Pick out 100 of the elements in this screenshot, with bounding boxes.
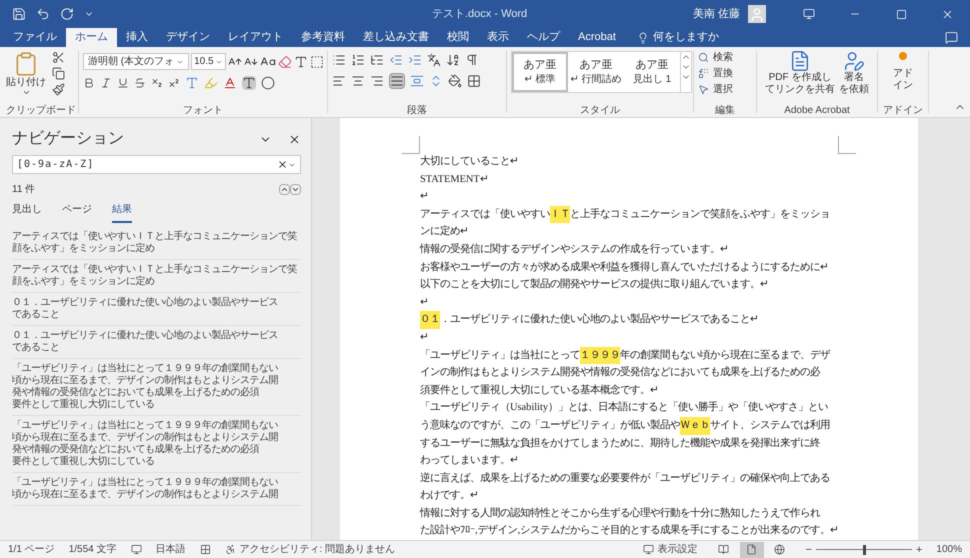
phonetic-guide-icon[interactable]	[294, 54, 308, 68]
caret-icon[interactable]	[22, 88, 30, 97]
style-item[interactable]: あア亜 ↵ 標準	[512, 52, 568, 92]
editing-button[interactable]: 検索	[698, 50, 752, 65]
zoom-thumb[interactable]	[862, 544, 866, 554]
previous-result-icon[interactable]	[279, 184, 290, 194]
paste-button[interactable]: 貼り付け	[4, 51, 48, 105]
strikethrough-icon[interactable]	[134, 77, 146, 89]
document-text: 情報の受発信に関するデザインやシステムの作成を行っています。↵	[420, 242, 728, 257]
shading-icon[interactable]	[448, 74, 462, 88]
ribbon-tab[interactable]: レイアウト	[219, 28, 292, 47]
ribbon-tab[interactable]: 挿入	[117, 28, 157, 47]
page-count[interactable]: 1/1 ページ	[8, 542, 55, 557]
multilevel-list-icon[interactable]	[370, 53, 384, 67]
text-predictions-icon[interactable]	[200, 544, 210, 555]
search-result[interactable]: 「ユーザビリティ」は当社にとって１９９９年の創業間もない 頃から現在に至るまで、デザインの制作はもとよりシステム開	[12, 473, 301, 506]
format-painter-icon[interactable]	[52, 83, 65, 96]
monitor-icon[interactable]	[642, 544, 654, 555]
sort-icon[interactable]	[446, 53, 460, 67]
signature-icon[interactable]	[843, 50, 865, 72]
increase-indent-icon[interactable]	[408, 53, 422, 67]
ribbon-tab[interactable]: 参考資料	[292, 28, 354, 47]
acrobat-button[interactable]: 署名 を依頼	[839, 50, 869, 105]
pane-tab[interactable]: ページ	[62, 202, 92, 223]
page-icon[interactable]	[746, 544, 758, 555]
view-button[interactable]	[740, 542, 764, 558]
character-shading-icon[interactable]	[242, 76, 256, 90]
align-center-icon[interactable]	[351, 74, 365, 88]
search-result[interactable]: アーティスでは「使いやすいＩＴと上手なコミュニケーションで笑 顔をふやす」をミッションに定め	[12, 260, 301, 293]
text-effects-icon[interactable]	[185, 76, 199, 90]
accessibility-icon[interactable]	[224, 544, 236, 555]
underline-icon[interactable]	[117, 77, 129, 89]
editing-button[interactable]: 選択	[698, 82, 752, 97]
ribbon-tab[interactable]: Acrobat	[569, 28, 625, 47]
undo-icon[interactable]	[36, 7, 50, 21]
font-size-field[interactable]: 10.5	[191, 53, 226, 70]
show-marks-icon[interactable]	[465, 53, 479, 67]
addin-button[interactable]: アド イン	[893, 52, 913, 105]
zoom-slider[interactable]	[816, 544, 912, 554]
decrease-indent-icon[interactable]	[389, 53, 403, 67]
numbering-icon[interactable]	[351, 53, 365, 67]
borders-icon[interactable]	[467, 74, 481, 88]
user-name: 美南 佐藤	[692, 6, 740, 22]
asian-layout-icon[interactable]	[427, 53, 441, 67]
ribbon-tab[interactable]: デザイン	[157, 28, 219, 47]
align-right-icon[interactable]	[370, 74, 384, 88]
search-result[interactable]: アーティスでは「使いやすいＩＴと上手なコミュニケーションで笑 顔をふやす」をミッションに定め	[12, 227, 301, 260]
clear-icon[interactable]	[277, 159, 288, 170]
justify-icon[interactable]	[389, 73, 405, 89]
zoom-out-button[interactable]: −	[806, 544, 812, 556]
superscript-icon[interactable]	[168, 77, 180, 89]
document-text: アーティスでは「使いやすい	[420, 208, 550, 222]
book-icon[interactable]	[718, 544, 730, 555]
proofing-icon[interactable]	[130, 544, 142, 555]
language-status[interactable]: 日本語	[156, 542, 186, 557]
enclosed-character-icon[interactable]	[261, 76, 275, 90]
comments-icon[interactable]	[945, 31, 958, 44]
display-settings-button[interactable]: 表示設定	[642, 542, 698, 557]
editing-button[interactable]: 置換	[698, 66, 752, 81]
cut-icon[interactable]	[52, 51, 65, 64]
tell-me-field[interactable]: 何をしますか	[636, 28, 719, 47]
pdf-link-icon[interactable]	[789, 50, 811, 72]
zoom-in-button[interactable]: +	[916, 544, 922, 556]
search-field[interactable]: [0-9a-zA-Z]	[12, 155, 301, 174]
ribbon-tab[interactable]: 校閲	[438, 28, 478, 47]
pane-tab[interactable]: 結果	[112, 202, 132, 223]
align-left-icon[interactable]	[332, 74, 346, 88]
character-border-icon[interactable]	[310, 54, 324, 68]
ribbon-tab[interactable]: ヘルプ	[518, 28, 569, 47]
ribbon-tab[interactable]: 表示	[478, 28, 518, 47]
word-count[interactable]: 1/554 文字	[68, 542, 116, 557]
font-name-field[interactable]: 游明朝 (本文のフォ	[83, 53, 190, 70]
style-item[interactable]: あア亜 見出し 1	[624, 52, 680, 92]
style-item[interactable]: あア亜 ↵ 行間詰め	[568, 52, 624, 92]
acrobat-button[interactable]: PDF を作成し てリンクを共有	[765, 50, 835, 105]
zoom-level[interactable]: 100%	[936, 542, 962, 557]
pane-tab[interactable]: 見出し	[12, 202, 42, 223]
clear-format-icon[interactable]	[278, 54, 292, 68]
ribbon-tab[interactable]: 差し込み文書	[354, 28, 438, 47]
search-result[interactable]: 「ユーザビリティ」は当社にとって１９９９年の創業間もない 頃から現在に至るまで、デザインの制作はもとよりシステム開 発や情報の受発信などにおいても成果を上げるための必須 要件として重視し大切にしている	[12, 359, 301, 416]
accessibility-status[interactable]: アクセシビリティ: 問題ありません	[240, 542, 396, 557]
search-result[interactable]: 「ユーザビリティ」は当社にとって１９９９年の創業間もない 頃から現在に至るまで、デザインの制作はもとよりシステム開 発や情報の受発信などにおいても成果を上げるための必須 要件として重視し大切にしている	[12, 416, 301, 473]
copy-icon[interactable]	[52, 67, 65, 80]
pointer-icon[interactable]	[698, 84, 709, 95]
ribbon-tab[interactable]: ファイル	[4, 28, 66, 47]
save-icon[interactable]	[12, 7, 26, 21]
ribbon-tab[interactable]: ホーム	[66, 28, 117, 47]
subscript-icon[interactable]	[151, 77, 163, 89]
replace-icon[interactable]	[698, 68, 709, 79]
italic-icon[interactable]	[100, 77, 112, 89]
search-result[interactable]: ０１．ユーザビリティに優れた使い心地のよい製品やサービス であること	[12, 293, 301, 326]
font-color-icon[interactable]	[223, 76, 237, 90]
globe-icon[interactable]	[774, 544, 786, 555]
bold-icon[interactable]	[83, 77, 95, 89]
lightbulb-icon[interactable]	[636, 32, 649, 44]
distribute-icon[interactable]	[410, 74, 424, 88]
next-result-icon[interactable]	[290, 184, 301, 194]
redo-icon[interactable]	[60, 7, 74, 21]
search-icon[interactable]	[698, 52, 709, 63]
search-result[interactable]: ０１．ユーザビリティに優れた使い心地のよい製品やサービス であること	[12, 326, 301, 359]
